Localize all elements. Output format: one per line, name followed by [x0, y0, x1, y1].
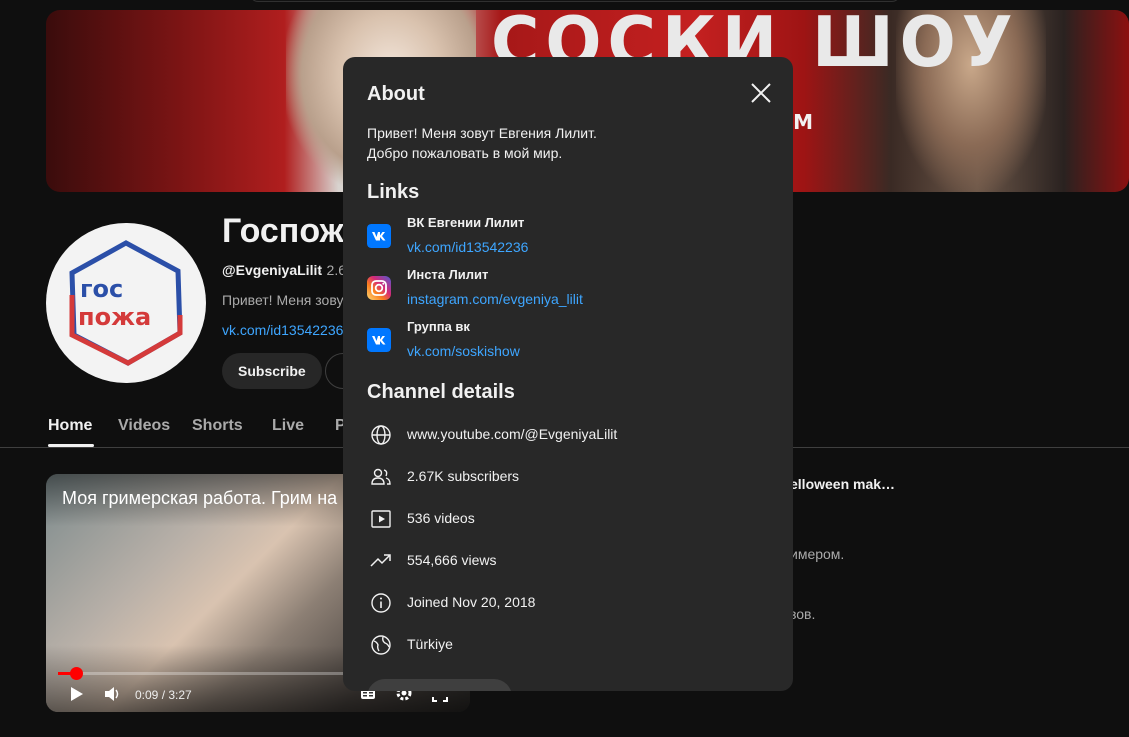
- video-info-title[interactable]: elloween mak…: [790, 476, 895, 492]
- links-heading: Links: [367, 181, 420, 203]
- about-dialog: About Привет! Меня зовут Евгения Лилит. …: [343, 57, 793, 691]
- globe-icon: [371, 425, 391, 445]
- video-title[interactable]: Моя гримерская работа. Грим на: [62, 488, 337, 509]
- detail-text: 2.67K subscribers: [407, 468, 520, 484]
- link-item[interactable]: Инста Лилит instagram.com/evgeniya_lilit: [367, 267, 767, 313]
- video-info-line3: зов.: [790, 606, 816, 622]
- channel-details-heading: Channel details: [367, 381, 515, 403]
- channel-handle: @EvgeniyaLilit: [222, 262, 323, 278]
- link-item[interactable]: Группа вк vk.com/soskishow: [367, 319, 767, 365]
- info-icon: [371, 593, 391, 613]
- channel-avatar[interactable]: гос пожа: [46, 223, 206, 383]
- vk-icon: [367, 328, 391, 352]
- detail-views: 554,666 views: [367, 547, 767, 575]
- tab-videos[interactable]: Videos: [118, 417, 170, 435]
- avatar-text-line1: гос: [80, 275, 123, 303]
- channel-link[interactable]: vk.com/id13542236: [222, 322, 343, 338]
- globe-region-icon: [371, 635, 391, 655]
- detail-subscribers: 2.67K subscribers: [367, 463, 767, 491]
- link-url[interactable]: vk.com/soskishow: [407, 343, 520, 359]
- detail-channel-url[interactable]: www.youtube.com/@EvgeniyaLilit: [367, 421, 767, 449]
- about-description: Привет! Меня зовут Евгения Лилит. Добро …: [367, 123, 597, 163]
- instagram-icon: [367, 276, 391, 300]
- share-channel-button[interactable]: [367, 679, 512, 691]
- link-title: Группа вк: [407, 319, 470, 334]
- channel-description[interactable]: Привет! Меня зову: [222, 292, 343, 308]
- vk-icon: [367, 224, 391, 248]
- channel-title: Госпож: [222, 212, 344, 250]
- link-title: Инста Лилит: [407, 267, 489, 282]
- detail-videos: 536 videos: [367, 505, 767, 533]
- people-icon: [371, 468, 391, 485]
- detail-joined: Joined Nov 20, 2018: [367, 589, 767, 617]
- detail-text: Joined Nov 20, 2018: [407, 594, 536, 610]
- detail-country: Türkiye: [367, 631, 767, 659]
- tab-home[interactable]: Home: [48, 417, 92, 435]
- search-bar[interactable]: [250, 0, 900, 2]
- top-bar: [0, 0, 1129, 10]
- video-time: 0:09 / 3:27: [135, 688, 192, 702]
- video-icon: [371, 510, 391, 528]
- play-icon[interactable]: [68, 686, 84, 702]
- subscribe-button[interactable]: Subscribe: [222, 353, 322, 389]
- tab-live[interactable]: Live: [272, 417, 304, 435]
- active-tab-indicator: [48, 444, 94, 447]
- detail-text[interactable]: www.youtube.com/@EvgeniyaLilit: [407, 426, 617, 442]
- about-line-1: Привет! Меня зовут Евгения Лилит.: [367, 125, 597, 141]
- volume-icon[interactable]: [104, 686, 120, 702]
- detail-text: 536 videos: [407, 510, 475, 526]
- avatar-logo-icon: гос пожа: [69, 240, 183, 366]
- link-url[interactable]: vk.com/id13542236: [407, 239, 528, 255]
- detail-text: Türkiye: [407, 636, 453, 652]
- video-info-line2: имером.: [790, 546, 845, 562]
- link-title: ВК Евгении Лилит: [407, 215, 525, 230]
- link-item[interactable]: ВК Евгении Лилит vk.com/id13542236: [367, 215, 767, 261]
- about-line-2: Добро пожаловать в мой мир.: [367, 145, 563, 161]
- channel-meta: · 2.6: [318, 262, 347, 278]
- trending-icon: [370, 554, 391, 567]
- about-heading: About: [367, 83, 425, 105]
- avatar-text-line2: пожа: [78, 303, 151, 331]
- detail-text: 554,666 views: [407, 552, 497, 568]
- close-icon[interactable]: [747, 79, 775, 107]
- tab-shorts[interactable]: Shorts: [192, 417, 243, 435]
- link-url[interactable]: instagram.com/evgeniya_lilit: [407, 291, 583, 307]
